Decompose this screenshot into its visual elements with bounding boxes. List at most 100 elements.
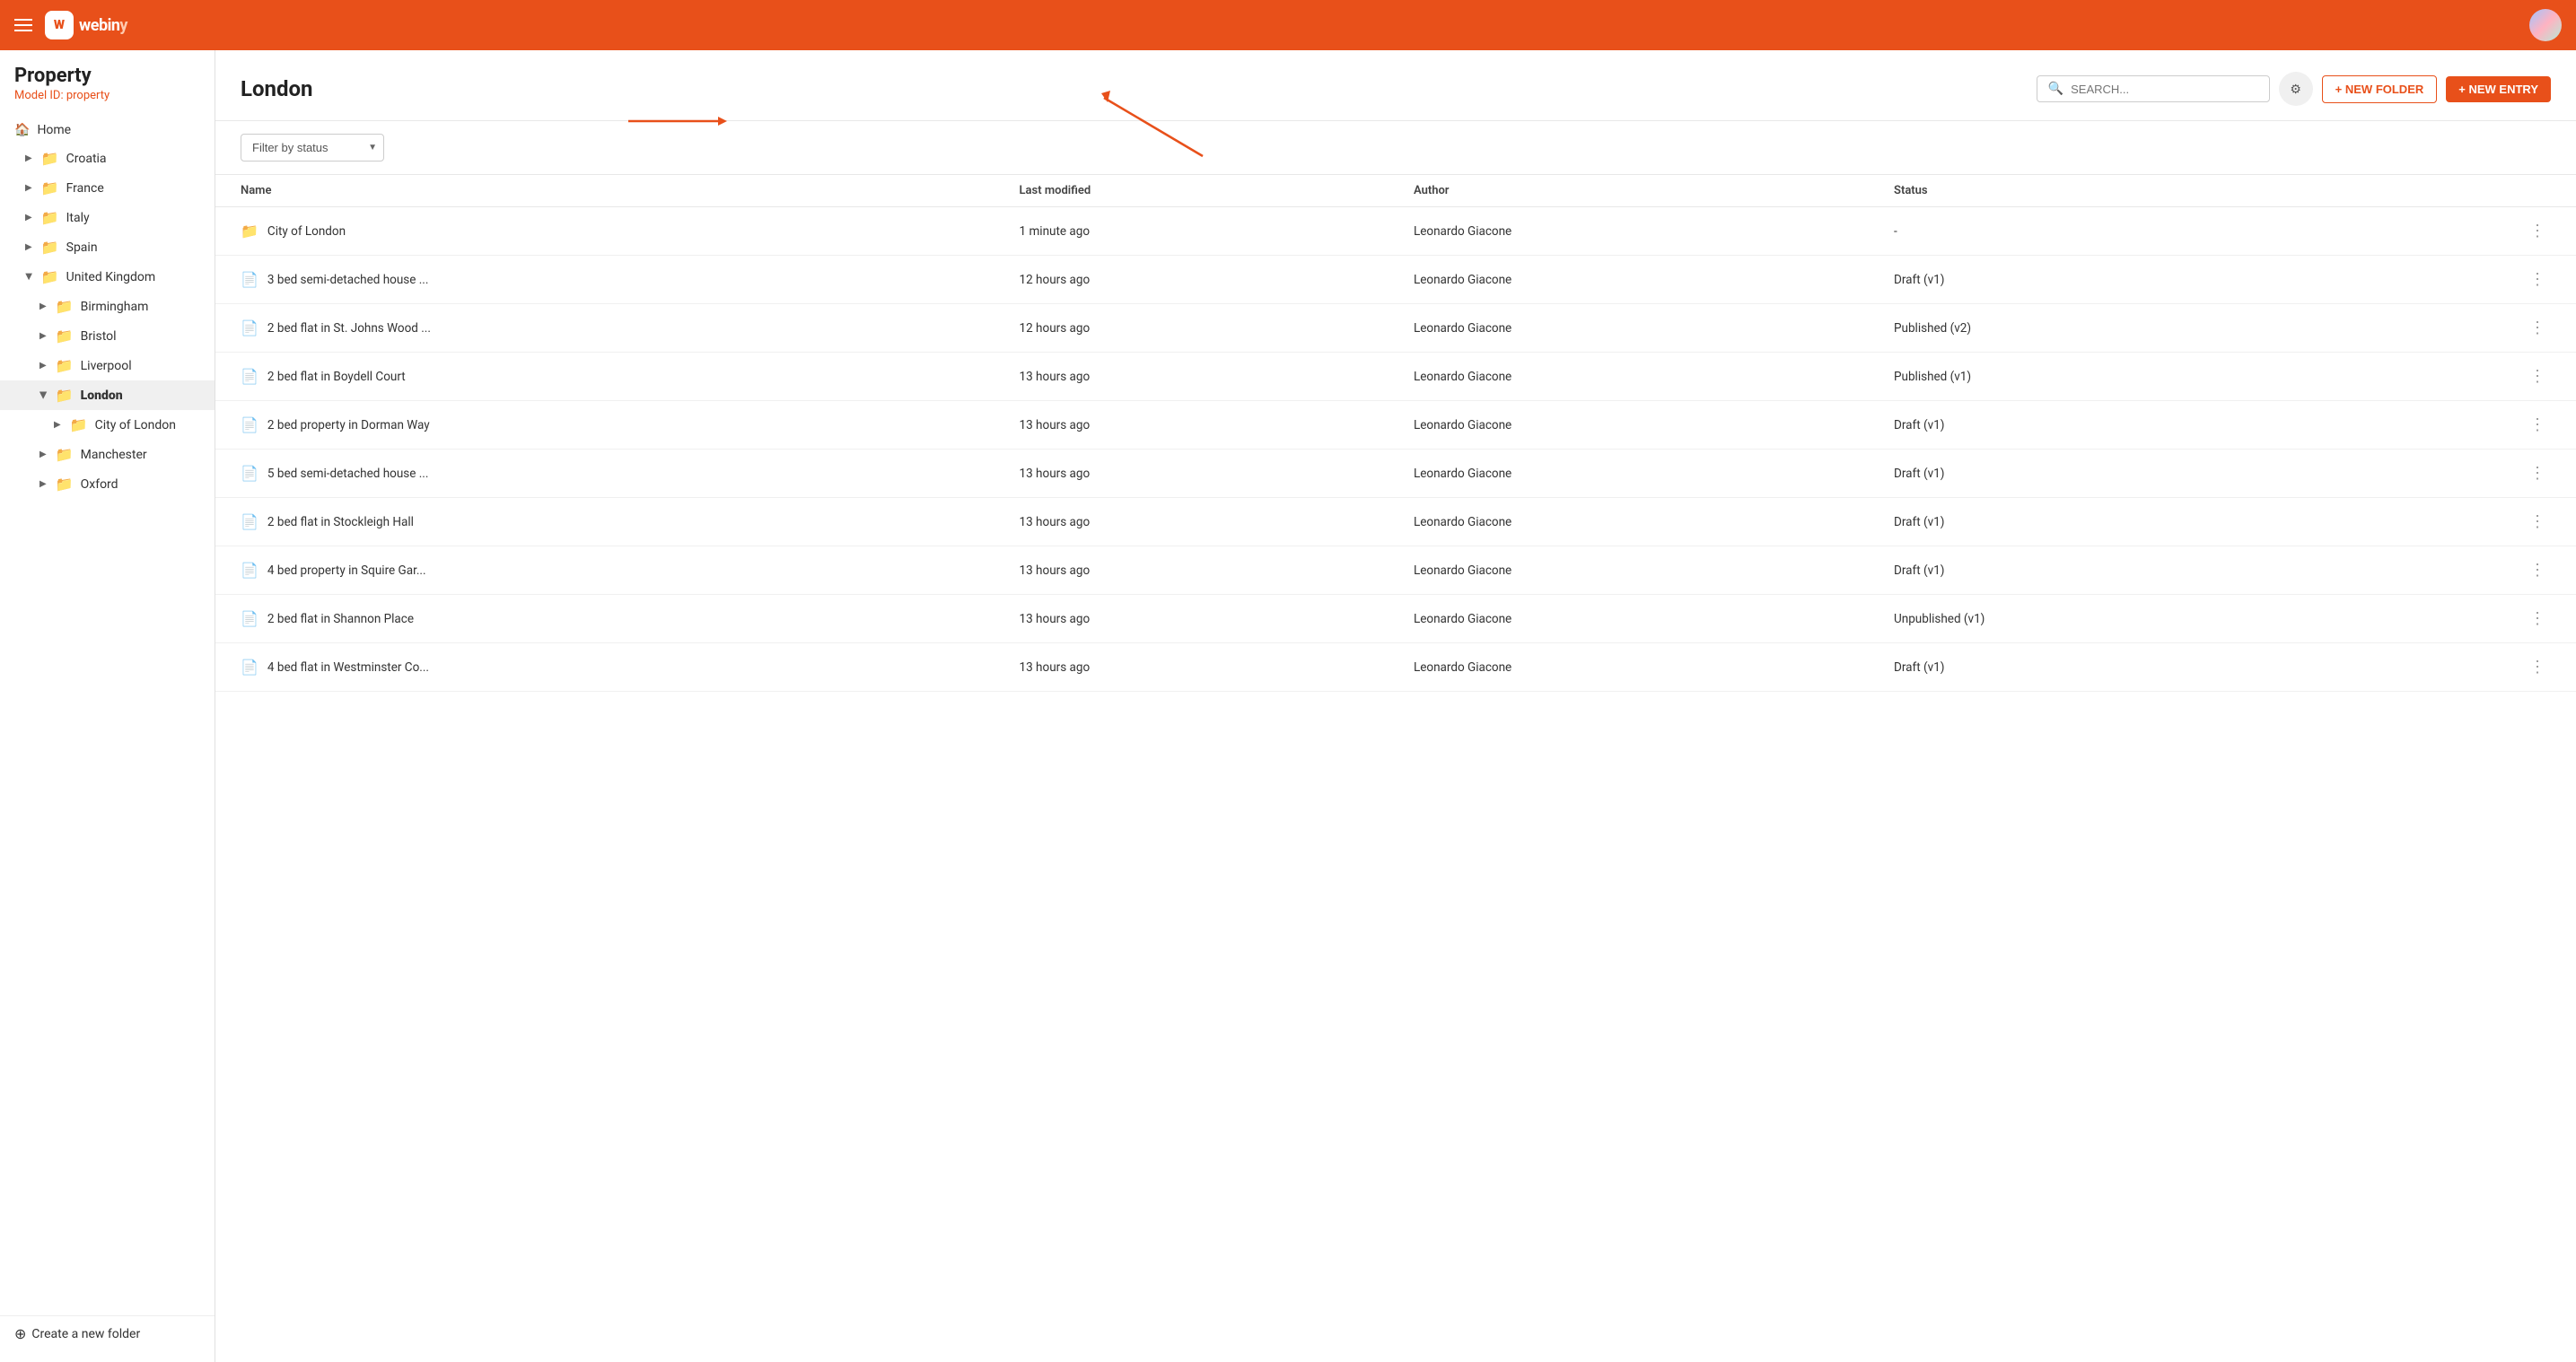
entry-name: 4 bed property in Squire Gar... [267, 563, 426, 578]
table-row[interactable]: 📄 5 bed semi-detached house ... 13 hours… [215, 450, 2576, 498]
col-status: Status [1869, 175, 2326, 207]
folder-icon: 📁 [56, 298, 74, 315]
more-options-button[interactable]: ⋮ [2524, 656, 2551, 678]
sidebar-item-bristol[interactable]: ▶ 📁 Bristol [0, 321, 215, 351]
sidebar-item-manchester[interactable]: ▶ 📁 Manchester [0, 440, 215, 469]
chevron-icon: ▶ [25, 213, 32, 223]
table-row[interactable]: 📄 2 bed property in Dorman Way 13 hours … [215, 401, 2576, 450]
sidebar-item-united-kingdom[interactable]: ▶ 📁 United Kingdom [0, 262, 215, 292]
sidebar-item-label: Croatia [66, 152, 107, 166]
search-input[interactable] [2071, 83, 2258, 96]
row-name: 📄 4 bed property in Squire Gar... [215, 546, 994, 595]
home-icon: 🏠 [14, 123, 30, 137]
chevron-icon: ▶ [38, 392, 48, 399]
filter-select-wrapper[interactable]: Filter by status Draft Published Unpubli… [241, 134, 384, 162]
row-last-modified: 13 hours ago [994, 401, 1389, 450]
new-folder-button[interactable]: + NEW FOLDER [2322, 75, 2438, 103]
col-last-modified: Last modified [994, 175, 1389, 207]
table-row[interactable]: 📄 3 bed semi-detached house ... 12 hours… [215, 256, 2576, 304]
sidebar-item-birmingham[interactable]: ▶ 📁 Birmingham [0, 292, 215, 321]
create-new-folder-button[interactable]: ⊕ Create a new folder [0, 1315, 215, 1351]
plus-circle-icon: ⊕ [14, 1325, 26, 1342]
entry-name: 2 bed property in Dorman Way [267, 418, 430, 432]
sidebar-item-london[interactable]: ▶ 📁 London [0, 380, 215, 410]
sidebar-item-label: Manchester [81, 448, 147, 462]
entry-name: 2 bed flat in Stockleigh Hall [267, 515, 414, 529]
sidebar-item-oxford[interactable]: ▶ 📁 Oxford [0, 469, 215, 499]
document-icon: 📄 [241, 513, 258, 530]
row-name: 📁 City of London [215, 207, 994, 256]
document-icon: 📄 [241, 465, 258, 482]
row-status: Unpublished (v1) [1869, 595, 2326, 643]
row-name: 📄 3 bed semi-detached house ... [215, 256, 994, 304]
table-row[interactable]: 📄 4 bed flat in Westminster Co... 13 hou… [215, 643, 2576, 692]
new-entry-button[interactable]: + NEW ENTRY [2446, 76, 2551, 102]
sidebar-item-italy[interactable]: ▶ 📁 Italy [0, 203, 215, 232]
more-options-button[interactable]: ⋮ [2524, 365, 2551, 388]
row-status: Draft (v1) [1869, 256, 2326, 304]
table-row[interactable]: 📄 2 bed flat in St. Johns Wood ... 12 ho… [215, 304, 2576, 353]
sidebar-item-label: Spain [66, 240, 98, 255]
row-name: 📄 5 bed semi-detached house ... [215, 450, 994, 498]
sidebar-model-id: Model ID: property [0, 89, 215, 117]
table-row[interactable]: 📄 2 bed flat in Shannon Place 13 hours a… [215, 595, 2576, 643]
filter-icon: ⚙ [2290, 82, 2301, 97]
folder-icon: 📁 [56, 387, 74, 404]
content-table: Name Last modified Author Status 📁 City … [215, 175, 2576, 692]
more-options-button[interactable]: ⋮ [2524, 414, 2551, 436]
page-title: London [241, 76, 313, 101]
document-icon: 📄 [241, 610, 258, 627]
table-area: Name Last modified Author Status 📁 City … [215, 175, 2576, 1362]
row-last-modified: 13 hours ago [994, 498, 1389, 546]
filter-bar: Filter by status Draft Published Unpubli… [215, 121, 2576, 175]
row-last-modified: 1 minute ago [994, 207, 1389, 256]
table-row[interactable]: 📄 2 bed flat in Stockleigh Hall 13 hours… [215, 498, 2576, 546]
row-actions: ⋮ [2326, 401, 2576, 450]
avatar[interactable] [2529, 9, 2562, 41]
chevron-icon: ▶ [23, 274, 33, 281]
sidebar-item-liverpool[interactable]: ▶ 📁 Liverpool [0, 351, 215, 380]
search-box[interactable]: 🔍 [2037, 75, 2270, 102]
row-name: 📄 4 bed flat in Westminster Co... [215, 643, 994, 692]
more-options-button[interactable]: ⋮ [2524, 220, 2551, 242]
table-row[interactable]: 📄 4 bed property in Squire Gar... 13 hou… [215, 546, 2576, 595]
row-last-modified: 13 hours ago [994, 595, 1389, 643]
row-status: Published (v1) [1869, 353, 2326, 401]
sidebar-item-label: United Kingdom [66, 270, 156, 284]
sidebar-item-france[interactable]: ▶ 📁 France [0, 173, 215, 203]
more-options-button[interactable]: ⋮ [2524, 607, 2551, 630]
row-author: Leonardo Giacone [1389, 546, 1869, 595]
more-options-button[interactable]: ⋮ [2524, 268, 2551, 291]
entry-name: 4 bed flat in Westminster Co... [267, 660, 429, 675]
document-icon: 📄 [241, 319, 258, 336]
folder-icon: 📁 [70, 416, 88, 433]
hamburger-menu[interactable] [14, 19, 32, 31]
sidebar-item-city-of-london[interactable]: ▶ 📁 City of London [0, 410, 215, 440]
sidebar-item-label: Birmingham [81, 300, 149, 314]
entry-name: 2 bed flat in Boydell Court [267, 370, 406, 384]
logo: W webiny [45, 11, 127, 39]
row-last-modified: 13 hours ago [994, 353, 1389, 401]
filter-button[interactable]: ⚙ [2279, 72, 2313, 106]
folder-icon: 📁 [56, 446, 74, 463]
more-options-button[interactable]: ⋮ [2524, 559, 2551, 581]
col-name: Name [215, 175, 994, 207]
sidebar-item-croatia[interactable]: ▶ 📁 Croatia [0, 144, 215, 173]
filter-by-status-select[interactable]: Filter by status Draft Published Unpubli… [241, 134, 384, 162]
row-author: Leonardo Giacone [1389, 207, 1869, 256]
more-options-button[interactable]: ⋮ [2524, 462, 2551, 485]
folder-icon: 📁 [41, 179, 59, 196]
sidebar-item-home[interactable]: 🏠 Home [0, 117, 215, 144]
folder-icon: 📁 [56, 476, 74, 493]
chevron-icon: ▶ [39, 450, 47, 459]
sidebar: Property Model ID: property 🏠 Home ▶ 📁 C… [0, 50, 215, 1362]
table-row[interactable]: 📁 City of London 1 minute ago Leonardo G… [215, 207, 2576, 256]
more-options-button[interactable]: ⋮ [2524, 317, 2551, 339]
search-icon: 🔍 [2048, 82, 2063, 96]
more-options-button[interactable]: ⋮ [2524, 511, 2551, 533]
table-row[interactable]: 📄 2 bed flat in Boydell Court 13 hours a… [215, 353, 2576, 401]
entry-name: 3 bed semi-detached house ... [267, 273, 429, 287]
sidebar-item-spain[interactable]: ▶ 📁 Spain [0, 232, 215, 262]
row-status: Draft (v1) [1869, 498, 2326, 546]
header-actions: 🔍 ⚙ + NEW FOLDER + NEW ENTRY [2037, 72, 2551, 106]
